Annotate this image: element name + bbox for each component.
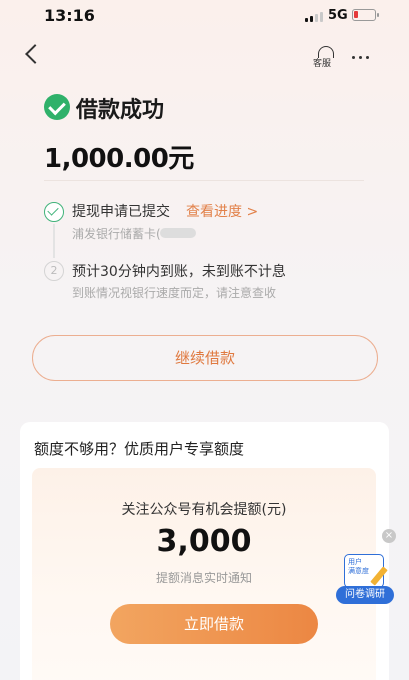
step-subtitle: 浦发银行储蓄卡( — [72, 227, 161, 241]
promo-label: 关注公众号有机会提额(元) — [121, 502, 287, 518]
view-progress-link[interactable]: 查看进度 > — [186, 201, 258, 221]
status-bar: 13:16 5G — [0, 0, 409, 34]
battery-icon — [352, 9, 379, 21]
step-title: 预计30分钟内到账，未到账不计息 — [72, 264, 286, 280]
promo-card: 额度不够用？优质用户专享额度 关注公众号有机会提额(元) 3,000 提额消息实… — [20, 422, 389, 680]
result-title: 借款成功 — [76, 98, 165, 123]
survey-card-line: 用户 — [348, 558, 362, 566]
promo-title: 额度不够用？优质用户专享额度 — [34, 440, 245, 458]
back-icon[interactable] — [25, 44, 45, 64]
divider — [44, 180, 364, 181]
nav-bar: 客服 — [0, 38, 409, 78]
continue-borrow-button[interactable]: 继续借款 — [32, 335, 378, 381]
customer-service-button[interactable]: 客服 — [313, 46, 337, 70]
more-icon[interactable] — [352, 56, 372, 60]
check-circle-icon — [44, 94, 70, 120]
promo-amount: 3,000 — [156, 524, 252, 559]
step-number-icon: 2 — [44, 261, 64, 281]
masked-card-number — [160, 228, 196, 238]
survey-card-line: 满意度 — [348, 567, 369, 575]
survey-tag[interactable]: 问卷调研 — [336, 586, 394, 604]
promo-panel: 关注公众号有机会提额(元) 3,000 提额消息实时通知 立即借款 — [32, 468, 376, 680]
borrow-now-button[interactable]: 立即借款 — [110, 604, 318, 644]
step-done-icon — [44, 202, 64, 222]
status-time: 13:16 — [44, 6, 95, 25]
close-icon[interactable]: × — [382, 529, 396, 543]
customer-service-label: 客服 — [313, 59, 332, 69]
timeline-connector — [53, 224, 55, 258]
step-title: 提现申请已提交 — [72, 204, 170, 220]
step-subtitle: 到账情况视银行速度而定，请注意查收 — [72, 286, 277, 300]
survey-widget[interactable]: × 用户 满意度 问卷调研 — [336, 528, 402, 608]
promo-note: 提额消息实时通知 — [155, 571, 252, 585]
signal-icon — [305, 11, 323, 22]
loan-amount: 1,000.00元 — [44, 144, 194, 174]
network-type: 5G — [328, 8, 348, 23]
